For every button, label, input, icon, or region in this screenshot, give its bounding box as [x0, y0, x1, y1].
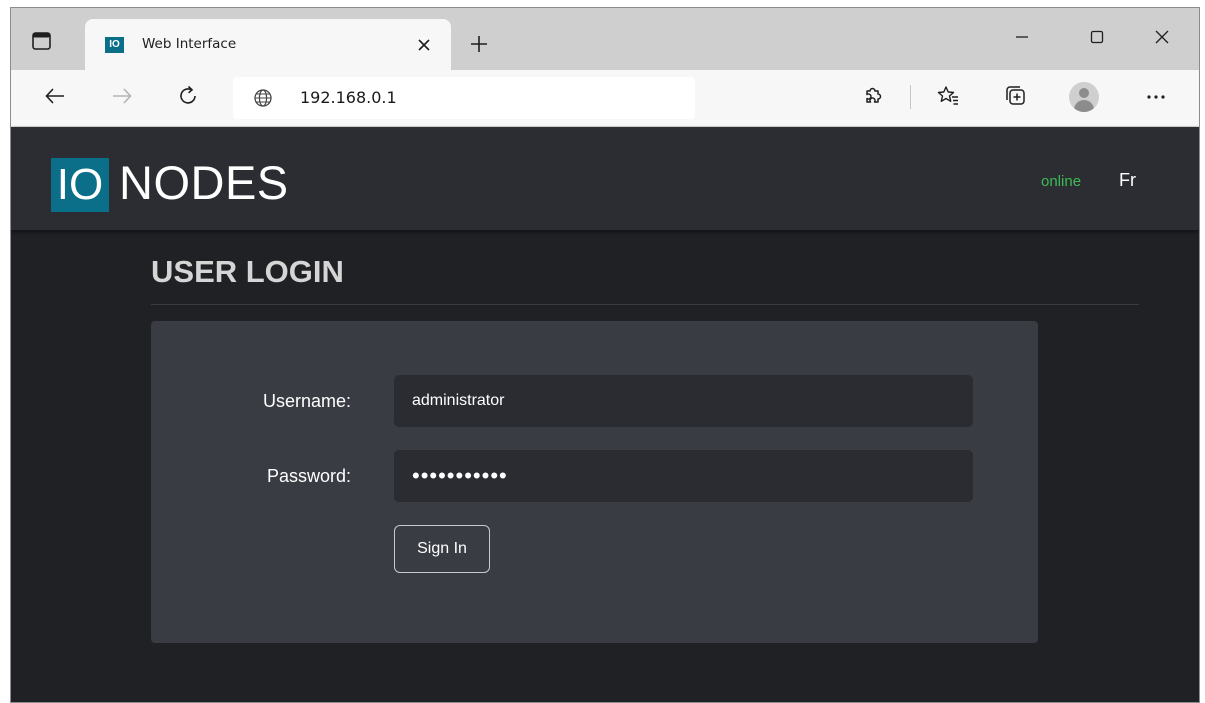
extensions-icon[interactable]: [861, 84, 885, 108]
more-icon[interactable]: [1144, 84, 1168, 108]
password-field[interactable]: [394, 450, 973, 502]
forward-arrow-icon[interactable]: [110, 84, 134, 108]
address-bar[interactable]: 192.168.0.1: [233, 77, 695, 119]
profile-avatar-icon[interactable]: [1069, 82, 1099, 112]
toolbar-separator: [910, 85, 911, 109]
page-title: USER LOGIN: [151, 254, 344, 289]
username-field[interactable]: [394, 375, 973, 427]
tab-strip: IO Web Interface: [11, 8, 1199, 70]
minimize-icon[interactable]: [1011, 26, 1033, 48]
globe-icon[interactable]: [253, 88, 273, 108]
username-label: Username:: [262, 391, 351, 411]
logo-text[interactable]: NODES: [119, 156, 289, 210]
back-arrow-icon[interactable]: [43, 84, 67, 108]
favorites-icon[interactable]: [936, 84, 960, 108]
password-label: Password:: [266, 466, 351, 486]
avatar-head: [1079, 88, 1089, 98]
language-toggle[interactable]: Fr: [1119, 170, 1136, 191]
close-window-icon[interactable]: [1151, 26, 1173, 48]
new-tab-icon[interactable]: [469, 34, 489, 54]
close-tab-icon[interactable]: [415, 36, 433, 54]
refresh-icon[interactable]: [176, 84, 200, 108]
url-text: 192.168.0.1: [300, 88, 397, 107]
site-favicon: IO: [105, 37, 124, 53]
page-content: IO NODES online Fr USER LOGIN Username: …: [11, 127, 1199, 702]
browser-window: IO Web Interface 192.168.0.1 IO NODES on…: [10, 7, 1200, 703]
collections-icon[interactable]: [1004, 84, 1028, 108]
tab-title: Web Interface: [142, 36, 237, 52]
status-indicator: online: [1041, 173, 1082, 190]
maximize-icon[interactable]: [1086, 26, 1108, 48]
login-panel: Username: Password: Sign In: [151, 321, 1038, 643]
logo-mark[interactable]: IO: [51, 158, 109, 212]
browser-tab[interactable]: IO Web Interface: [85, 19, 451, 70]
title-divider: [151, 304, 1139, 305]
sign-in-button[interactable]: Sign In: [394, 525, 490, 573]
avatar-shoulders: [1074, 100, 1094, 112]
tab-actions-icon[interactable]: [31, 30, 53, 52]
browser-toolbar: 192.168.0.1: [11, 70, 1199, 127]
site-header: IO NODES online Fr: [11, 127, 1199, 230]
